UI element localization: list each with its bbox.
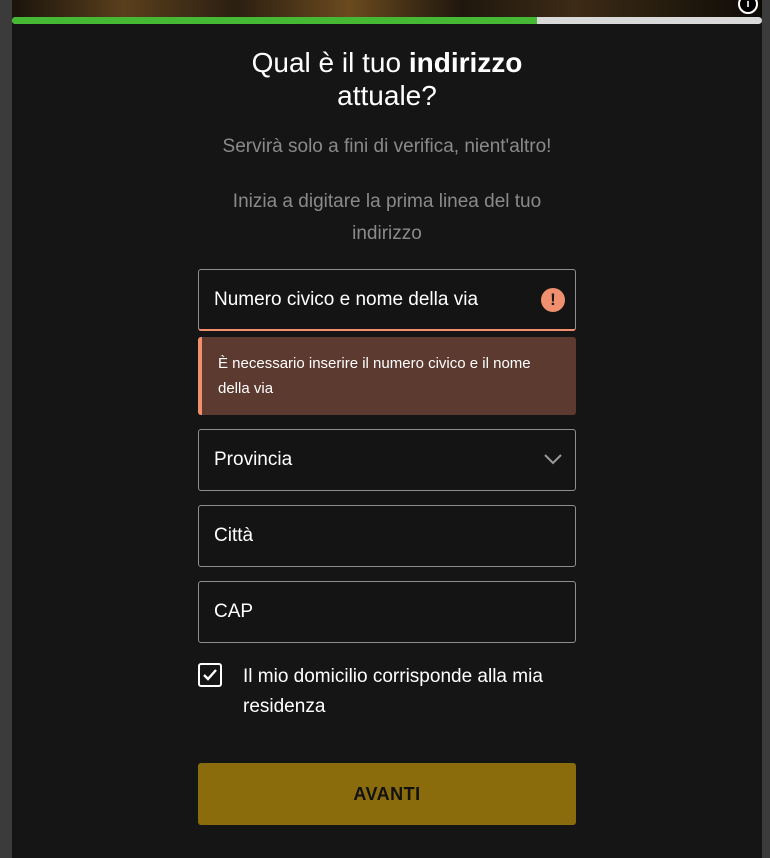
city-input[interactable]: Città: [198, 505, 576, 567]
chevron-down-icon: [544, 454, 562, 465]
title-suffix: attuale?: [337, 80, 437, 111]
title-bold: indirizzo: [408, 47, 523, 78]
residence-checkbox[interactable]: [198, 663, 222, 687]
zip-placeholder: CAP: [214, 601, 254, 622]
street-input[interactable]: Numero civico e nome della via !: [198, 269, 576, 331]
zip-input[interactable]: CAP: [198, 581, 576, 643]
street-error-message: È necessario inserire il numero civico e…: [198, 337, 576, 415]
page-title: Qual è il tuo indirizzo attuale?: [12, 46, 762, 112]
hero-image: [12, 0, 762, 17]
progress-fill: [12, 17, 537, 24]
checkmark-icon: [203, 669, 217, 681]
city-placeholder: Città: [214, 525, 254, 546]
address-hint: Inizia a digitare la prima linea del tuo…: [232, 191, 542, 244]
signup-panel: i Qual è il tuo indirizzo attuale? Servi…: [12, 0, 762, 858]
province-label: Provincia: [214, 449, 293, 470]
province-select[interactable]: Provincia: [198, 429, 576, 491]
street-placeholder: Numero civico e nome della via: [214, 288, 479, 310]
warning-icon: !: [541, 288, 565, 312]
page-subtitle: Servirà solo a fini di verifica, nient'a…: [222, 136, 552, 157]
progress-bar: [12, 17, 762, 24]
residence-checkbox-label[interactable]: Il mio domicilio corrisponde alla mia re…: [243, 662, 576, 722]
title-prefix: Qual è il tuo: [251, 47, 409, 78]
next-button[interactable]: AVANTI: [198, 763, 576, 825]
